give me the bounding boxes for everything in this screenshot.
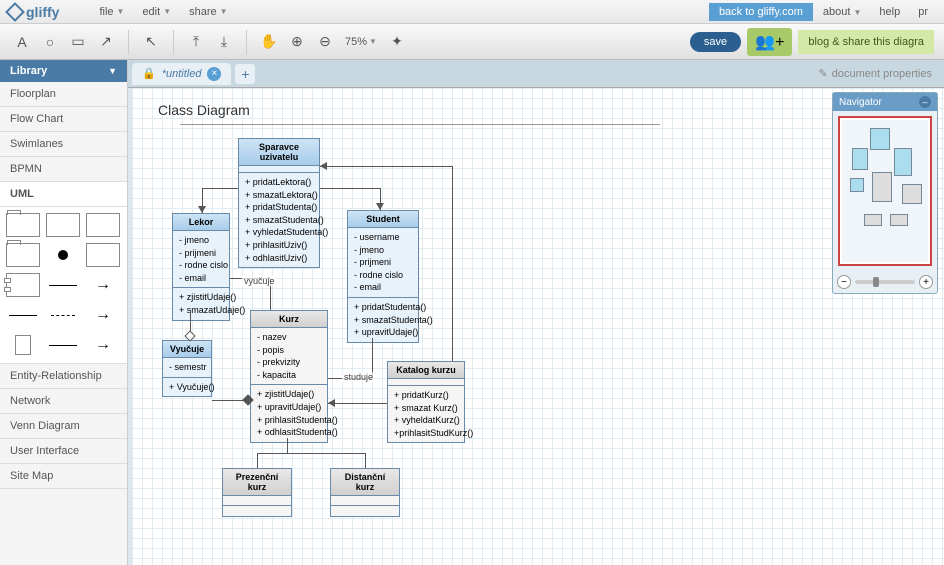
shape-gen[interactable]: [86, 333, 120, 357]
lib-flowchart[interactable]: Flow Chart: [0, 107, 127, 132]
class-lektor[interactable]: Lekor - jmeno - prijmeni - rodne cislo -…: [172, 213, 230, 321]
navigator-panel[interactable]: Navigator – − +: [832, 92, 938, 294]
help-link[interactable]: help: [871, 4, 908, 20]
chevron-down-icon[interactable]: ▼: [108, 66, 117, 76]
shape-assoc[interactable]: [46, 273, 80, 297]
class-distancni[interactable]: Distanční kurz: [330, 468, 400, 517]
blog-banner[interactable]: blog & share this diagra: [798, 30, 934, 54]
navigator-close[interactable]: –: [919, 96, 931, 108]
nav-zoom-out[interactable]: −: [837, 275, 851, 289]
sidebar: Library ▼ Floorplan Flow Chart Swimlanes…: [0, 60, 128, 565]
lib-venn[interactable]: Venn Diagram: [0, 414, 127, 439]
about-link[interactable]: about ▼: [815, 4, 870, 20]
lib-network[interactable]: Network: [0, 389, 127, 414]
shape-dashed[interactable]: [46, 303, 80, 327]
toolbar: A ○ ▭ ↗ ↖ ⤒ ⤓ ✋ ⊕ ⊖ 75%▼ ✦ save 👥+ blog …: [0, 24, 944, 60]
line-tool[interactable]: ↗: [94, 30, 118, 54]
canvas-wrap: 🔒 *untitled × + ✎ document properties Cl…: [128, 60, 944, 565]
lib-uml[interactable]: UML: [0, 182, 127, 207]
people-icon: 👥+: [755, 32, 784, 52]
logo[interactable]: gliffy: [8, 4, 59, 20]
conn-spravce-student: [320, 188, 380, 189]
shape-rect[interactable]: [86, 243, 120, 267]
class-student[interactable]: Student - username - jmeno - prijmeni - …: [347, 210, 419, 343]
class-kurz[interactable]: Kurz - nazev - popis - prekvizity - kapa…: [250, 310, 328, 443]
diagram-title: Class Diagram: [158, 102, 250, 118]
lib-ui[interactable]: User Interface: [0, 439, 127, 464]
shape-class[interactable]: [46, 213, 80, 237]
shape-palette: [0, 207, 127, 364]
zoom-level[interactable]: 75%▼: [341, 36, 381, 48]
logo-text: gliffy: [26, 4, 59, 20]
bring-front-icon[interactable]: ⤒: [184, 30, 208, 54]
shape-arrow[interactable]: [86, 273, 120, 297]
save-button[interactable]: save: [690, 32, 741, 52]
class-spravce[interactable]: Sparavce uzivatelu + pridatLektora() + s…: [238, 138, 320, 268]
class-katalog[interactable]: Katalog kurzu + pridatKurz() + smazat Ku…: [387, 361, 465, 443]
shape-depend[interactable]: [86, 303, 120, 327]
send-back-icon[interactable]: ⤓: [212, 30, 236, 54]
shape-node[interactable]: [6, 333, 40, 357]
text-tool[interactable]: A: [10, 30, 34, 54]
shape-line2[interactable]: [6, 303, 40, 327]
nav-zoom-in[interactable]: +: [919, 275, 933, 289]
main: Library ▼ Floorplan Flow Chart Swimlanes…: [0, 60, 944, 565]
share-button[interactable]: 👥+: [747, 28, 792, 56]
shape-package[interactable]: [6, 213, 40, 237]
lib-er[interactable]: Entity-Relationship: [0, 364, 127, 389]
shape-dot[interactable]: [46, 243, 80, 267]
shape-note[interactable]: [86, 213, 120, 237]
logo-icon: [5, 2, 25, 22]
fit-icon[interactable]: ✦: [385, 30, 409, 54]
lib-swimlanes[interactable]: Swimlanes: [0, 132, 127, 157]
top-right-links: back to gliffy.com about ▼ help pr: [709, 3, 936, 21]
title-underline: [180, 124, 660, 125]
tab-add[interactable]: +: [235, 64, 255, 84]
document-properties[interactable]: ✎ document properties: [819, 67, 941, 80]
class-prezencni[interactable]: Prezenční kurz: [222, 468, 292, 517]
sidebar-header: Library ▼: [0, 60, 127, 82]
shape-tab[interactable]: [6, 243, 40, 267]
conn-katalog-kurz: [328, 403, 387, 404]
tab-untitled[interactable]: 🔒 *untitled ×: [132, 63, 231, 85]
menu-file[interactable]: file▼: [99, 6, 124, 18]
menu-share[interactable]: share▼: [189, 6, 227, 18]
zoom-in-icon[interactable]: ⊕: [285, 30, 309, 54]
lib-sitemap[interactable]: Site Map: [0, 464, 127, 489]
lib-floorplan[interactable]: Floorplan: [0, 82, 127, 107]
zoom-out-icon[interactable]: ⊖: [313, 30, 337, 54]
pr-link[interactable]: pr: [910, 4, 936, 20]
lib-bpmn[interactable]: BPMN: [0, 157, 127, 182]
tab-close[interactable]: ×: [207, 67, 221, 81]
lock-icon: 🔒: [142, 67, 156, 80]
navigator-zoom: − +: [833, 271, 937, 293]
pointer-tool[interactable]: ↖: [139, 30, 163, 54]
shape-component[interactable]: [6, 273, 40, 297]
canvas[interactable]: Class Diagram Sparavce uzivatelu + prida…: [132, 88, 944, 565]
shape-line3[interactable]: [46, 333, 80, 357]
conn-katalog-spravce: [452, 166, 453, 361]
rect-tool[interactable]: ▭: [66, 30, 90, 54]
pencil-icon: ✎: [819, 67, 828, 80]
circle-tool[interactable]: ○: [38, 30, 62, 54]
navigator-preview[interactable]: [838, 116, 932, 266]
navigator-header: Navigator –: [833, 93, 937, 111]
top-header: gliffy file▼ edit▼ share▼ back to gliffy…: [0, 0, 944, 24]
tab-bar: 🔒 *untitled × + ✎ document properties: [128, 60, 944, 88]
menu-edit[interactable]: edit▼: [142, 6, 171, 18]
class-vyucuje[interactable]: Vyučuje - semestr + Vyučuje(): [162, 340, 212, 397]
back-link[interactable]: back to gliffy.com: [709, 3, 813, 21]
pan-tool[interactable]: ✋: [257, 30, 281, 54]
top-menu: file▼ edit▼ share▼: [99, 6, 227, 18]
nav-zoom-slider[interactable]: [855, 280, 915, 284]
